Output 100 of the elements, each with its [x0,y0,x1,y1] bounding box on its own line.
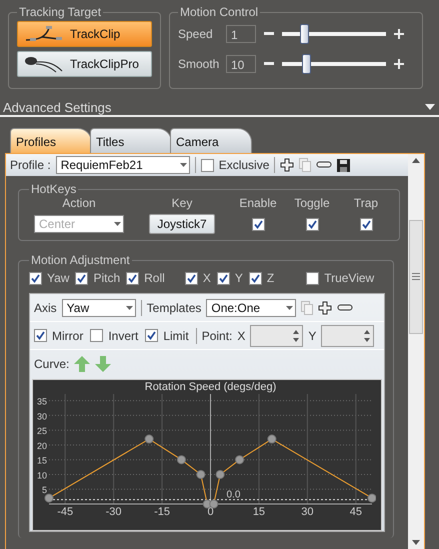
column-header: Toggle [294,196,330,210]
slider-label: Speed [178,27,214,41]
slider-label: Smooth [178,57,218,71]
slider-thumb[interactable] [300,24,309,44]
tab[interactable]: Profiles [10,128,92,153]
x-tick-label: -15 [154,506,170,516]
checkbox[interactable] [75,272,88,284]
y-tick-label: 20 [36,440,47,451]
scrollbar-thumb[interactable] [409,220,423,334]
device-button[interactable]: TrackClipPro [17,51,152,77]
checkbox[interactable] [90,329,104,342]
clip-device-icon [24,25,64,43]
minus-icon[interactable] [316,161,332,169]
spin-arrows-icon[interactable] [293,330,300,342]
curve-point[interactable] [144,434,154,444]
curve-point[interactable] [209,500,218,508]
x-tick-label: 30 [301,506,314,516]
curve-label: Curve: [34,356,70,370]
value-field[interactable]: 10 [226,55,256,73]
checkbox-label: Pitch [93,271,120,285]
save-icon[interactable] [337,158,350,172]
checkbox-label: Y [234,271,243,285]
curve-point[interactable] [235,455,244,464]
dropdown-arrow-icon[interactable] [286,306,294,310]
scrollbar[interactable] [408,154,424,549]
curve-point[interactable] [267,434,276,444]
pro-device-icon [24,55,64,73]
checkbox[interactable] [306,272,320,284]
checkbox[interactable] [252,218,264,230]
column-header: Trap [354,196,378,210]
scroll-up-icon[interactable] [412,158,420,163]
x-tick-label: -30 [106,506,122,516]
checkbox[interactable] [126,272,140,284]
scroll-down-icon[interactable] [412,540,420,545]
checkbox[interactable] [248,272,262,284]
checkbox-label: Limit [163,328,189,342]
group-title: Motion Adjustment [30,253,131,267]
minus-icon[interactable] [264,32,274,36]
curve-point[interactable] [216,470,225,479]
minus-icon[interactable] [337,304,354,312]
column-header: Action [62,196,96,210]
checkbox[interactable] [29,272,42,284]
axis-label: Axis [34,300,57,314]
x-tick-label: 45 [350,506,362,516]
checkbox[interactable] [184,272,198,284]
checkbox[interactable] [34,329,47,342]
section-title: Advanced Settings [3,100,112,114]
y-tick-label: 30 [36,411,47,422]
axis-dropdown[interactable]: Yaw [62,298,136,316]
y-tick-label: 15 [36,456,47,466]
checkbox-label: X [202,271,211,285]
checkbox-label: Roll [144,271,165,285]
grip-icon [412,273,420,280]
y-label: Y [308,328,316,342]
checkbox[interactable] [216,272,230,284]
curve-point[interactable] [176,455,186,464]
profile-dropdown[interactable]: RequiemFeb21 [56,156,190,174]
threshold-label: 0.0 [226,490,240,501]
dropdown-arrow-icon[interactable] [180,163,187,167]
profile-label: Profile : [10,158,51,172]
point-label: Point: [202,328,232,342]
slider-thumb[interactable] [302,54,311,74]
x-spin-field[interactable] [250,324,304,346]
x-tick-label: -45 [57,506,74,516]
templates-dropdown[interactable]: One:One [206,298,296,316]
checkbox-label: Invert [108,328,138,342]
checkbox-label: Z [266,271,274,285]
y-tick-label: 35 [36,396,47,407]
templates-label: Templates [146,300,202,314]
dropdown-arrow-icon[interactable] [126,306,133,310]
key-button[interactable]: Joystick7 [149,214,215,234]
checkbox[interactable] [306,218,318,230]
y-spin-field[interactable] [321,324,374,346]
value-field[interactable]: 1 [226,25,256,43]
checkbox-label: TrueView [324,271,374,285]
y-tick-label: 25 [36,426,47,436]
x-tick-label: 0 [207,506,214,516]
checkbox-label: Exclusive [218,158,270,172]
spin-arrows-icon[interactable] [364,330,370,342]
plus-icon[interactable] [318,300,332,314]
curve-point[interactable] [368,494,376,503]
y-tick-label: 5 [42,485,47,496]
checkbox[interactable] [145,329,158,342]
tab[interactable]: Camera [170,128,252,153]
curve-point[interactable] [44,494,54,503]
minus-icon[interactable] [264,62,274,66]
dropdown-arrow-icon[interactable] [114,222,121,226]
checkbox[interactable] [360,218,372,230]
checkbox-label: Yaw [47,271,70,285]
checkbox-label: Mirror [52,328,84,342]
tab[interactable]: Titles [90,128,172,153]
device-button[interactable]: TrackClip [17,21,152,47]
plus-icon[interactable] [394,29,404,39]
curve-point[interactable] [196,470,206,479]
chart-title: Rotation Speed (degs/deg) [144,381,276,393]
plus-icon[interactable] [280,158,294,172]
checkbox[interactable] [200,158,214,172]
y-tick-label: 10 [36,470,47,480]
collapse-arrow-icon[interactable] [425,104,435,110]
plus-icon[interactable] [394,59,404,69]
